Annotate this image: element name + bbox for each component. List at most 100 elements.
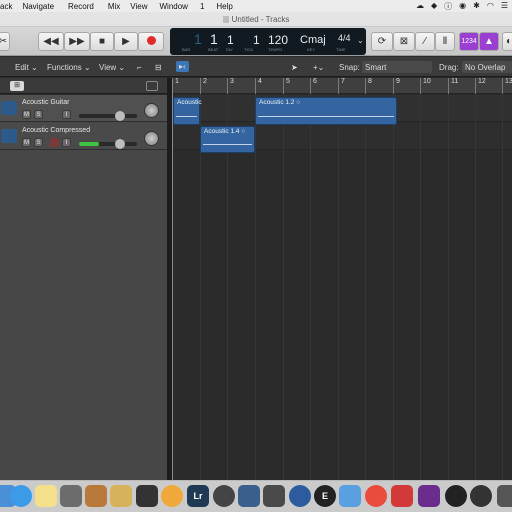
global-tracks-button[interactable] [146, 81, 158, 91]
nikon-icon[interactable] [418, 485, 440, 507]
list-icon[interactable]: ☰ [501, 1, 508, 12]
extra-button[interactable]: ◐ [502, 32, 512, 51]
files-icon[interactable] [339, 485, 361, 507]
cloud-icon[interactable]: ☁ [416, 1, 424, 12]
app-icon[interactable] [470, 485, 492, 507]
chrome-icon[interactable] [365, 485, 387, 507]
tracks-menu-bar: Edit ⌄ Functions ⌄ View ⌄ ⌐ ⊟ ▸‹ ➤ +⌄ Sn… [0, 57, 512, 77]
track-name[interactable]: Acoustic Guitar [22, 99, 69, 106]
bluetooth-icon[interactable]: ✱ [473, 1, 480, 12]
solo-mode-button[interactable]: Ⅱ [435, 32, 455, 51]
tracks-area[interactable]: Acoustic Acoustic 1.2 ○ Acoustic 1.4 ○ [172, 95, 512, 480]
audio-app-icon[interactable] [238, 485, 260, 507]
disk-utility-icon[interactable] [60, 485, 82, 507]
app-icon[interactable] [445, 485, 467, 507]
ruler-tick: 10 [420, 78, 431, 94]
menu-item-window[interactable]: Window [153, 2, 193, 11]
solo-button[interactable]: S [34, 110, 43, 119]
control-icon[interactable] [263, 485, 285, 507]
track-name[interactable]: Acoustic Compressed [22, 127, 90, 134]
rewind-button[interactable]: ◀◀ [38, 32, 64, 51]
menu-item-navigate[interactable]: Navigate [18, 2, 60, 11]
crop-app-icon[interactable] [391, 485, 413, 507]
mute-button[interactable]: M [22, 110, 31, 119]
volume-slider[interactable] [79, 111, 137, 121]
automation-icon[interactable]: ⌐ [137, 63, 142, 72]
photos-icon[interactable] [161, 485, 183, 507]
chevron-down-icon[interactable]: ⌄ [357, 36, 364, 45]
ruler-tick: 5 [283, 78, 290, 94]
drag-label: Drag: [439, 63, 459, 72]
pan-knob[interactable] [144, 131, 159, 146]
add-track-button[interactable]: ⊞ [10, 81, 24, 91]
metronome-button[interactable]: ▲ [479, 32, 499, 51]
track-row[interactable]: Acoustic Guitar M S I [0, 95, 167, 122]
wifi-icon[interactable]: ◠ [487, 1, 494, 12]
menu-item-record[interactable]: Record [60, 2, 100, 11]
edit-menu[interactable]: Edit ⌄ [15, 63, 38, 72]
window-titlebar: Untitled - Tracks [0, 12, 512, 27]
lcd-display[interactable]: 1 1 1 1 120 Cmaj 4/4 ⌄ BAR BEAT DIV TICK… [170, 28, 366, 55]
stop-button[interactable]: ■ [90, 32, 114, 51]
menu-item-help[interactable]: Help [210, 2, 238, 11]
fast-forward-button[interactable]: ▶▶ [64, 32, 90, 51]
menu-item-mix[interactable]: Mix [100, 2, 126, 11]
pan-knob[interactable] [144, 103, 159, 118]
waveform [203, 144, 252, 145]
mute-button[interactable]: M [22, 138, 31, 147]
input-monitor-button[interactable]: I [62, 110, 71, 119]
bar-ruler[interactable]: 1 2 3 4 5 6 7 8 9 10 11 12 13 [172, 78, 512, 94]
play-button[interactable]: ▶ [114, 32, 138, 51]
mainstage-icon[interactable] [110, 485, 132, 507]
lcd-beat-label: BEAT [208, 47, 219, 52]
menu-item-track[interactable]: ack [0, 2, 18, 11]
app-icon[interactable] [497, 485, 512, 507]
functions-menu[interactable]: Functions ⌄ [47, 63, 91, 72]
audio-region[interactable]: Acoustic 1.4 ○ [200, 126, 255, 153]
menu-item-one[interactable]: 1 [194, 2, 210, 11]
circle-icon[interactable]: ◉ [459, 1, 466, 12]
safari-icon[interactable] [10, 485, 32, 507]
garageband-icon[interactable] [85, 485, 107, 507]
volume-handle[interactable] [115, 139, 125, 149]
pointer-tool-icon[interactable]: ➤ [291, 63, 298, 72]
replace-button[interactable]: ⊠ [393, 32, 415, 51]
lcd-tick-label: TICK [244, 47, 254, 52]
ruler-tick: 7 [338, 78, 345, 94]
playhead[interactable] [172, 80, 173, 480]
marquee-tool-icon[interactable]: +⌄ [313, 63, 324, 72]
record-enable-button[interactable] [50, 138, 59, 147]
notes-icon[interactable] [35, 485, 57, 507]
track-row[interactable]: Acoustic Compressed M S I [0, 123, 167, 150]
view-menu[interactable]: View ⌄ [99, 63, 125, 72]
record-button[interactable] [138, 32, 164, 51]
status-icons: ☁ ◆ ⓘ ◉ ✱ ◠ ☰ [416, 1, 508, 12]
count-in-button[interactable]: 1234 [459, 32, 479, 51]
bar-line [393, 95, 394, 480]
menu-item-view[interactable]: View [126, 2, 153, 11]
zoom-icon[interactable]: ⊟ [155, 63, 162, 72]
region-name: Acoustic 1.2 [259, 99, 295, 106]
scissors-icon[interactable]: ✂ [0, 32, 10, 51]
tuner-button[interactable]: ⁄ [415, 32, 435, 51]
bar-line [283, 95, 284, 480]
shield-icon[interactable]: ◆ [431, 1, 437, 12]
audio-region[interactable]: Acoustic 1.2 ○ [255, 97, 397, 125]
volume-handle[interactable] [115, 111, 125, 121]
snap-select[interactable]: Smart [362, 61, 432, 73]
logic-icon[interactable] [213, 485, 235, 507]
audio-region[interactable]: Acoustic [173, 97, 202, 125]
lightroom-icon[interactable]: Lr [187, 485, 209, 507]
input-monitor-button[interactable]: I [62, 138, 71, 147]
solo-button[interactable]: S [34, 138, 43, 147]
final-cut-icon[interactable] [136, 485, 158, 507]
circle-app-icon[interactable] [289, 485, 311, 507]
volume-slider[interactable] [79, 139, 137, 149]
flex-button[interactable]: ▸‹ [176, 61, 189, 72]
e-app-icon[interactable]: E [314, 485, 336, 507]
lcd-bar: 1 [194, 31, 202, 47]
cycle-button[interactable]: ⟳ [371, 32, 393, 51]
lcd-key-label: KEY [307, 47, 316, 52]
info-icon[interactable]: ⓘ [444, 1, 452, 12]
drag-select[interactable]: No Overlap [462, 61, 512, 73]
